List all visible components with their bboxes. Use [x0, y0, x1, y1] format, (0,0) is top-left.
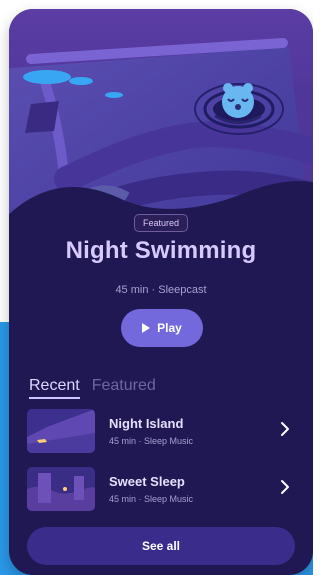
tab-featured[interactable]: Featured [92, 376, 156, 396]
list-item-night-island[interactable]: Night Island 45 min · Sleep Music [27, 409, 297, 457]
see-all-button[interactable]: See all [27, 527, 295, 565]
hero-meta: 45 min · Sleepcast [115, 284, 207, 296]
tab-bar: Recent Featured [29, 376, 156, 399]
play-icon [142, 323, 151, 333]
chevron-right-icon [281, 480, 289, 494]
page-title: Night Swimming [65, 237, 257, 264]
list-item-meta: 45 min · Sleep Music [109, 436, 194, 446]
sweet-sleep-thumbnail [27, 467, 95, 511]
featured-badge: Featured [133, 214, 189, 232]
list-item-title: Night Island [109, 416, 184, 431]
night-island-thumbnail [27, 409, 95, 453]
tab-recent[interactable]: Recent [29, 376, 80, 399]
list-item-title: Sweet Sleep [109, 474, 185, 489]
phone-card: Featured Night Swimming 45 min · Sleepca… [9, 9, 313, 575]
list-item-meta: 45 min · Sleep Music [109, 494, 194, 504]
app-screen: Featured Night Swimming 45 min · Sleepca… [0, 0, 313, 575]
play-button[interactable]: Play [121, 309, 203, 347]
list-item-sweet-sleep[interactable]: Sweet Sleep 45 min · Sleep Music [27, 467, 297, 515]
chevron-right-icon [281, 422, 289, 436]
play-button-label: Play [157, 321, 182, 335]
